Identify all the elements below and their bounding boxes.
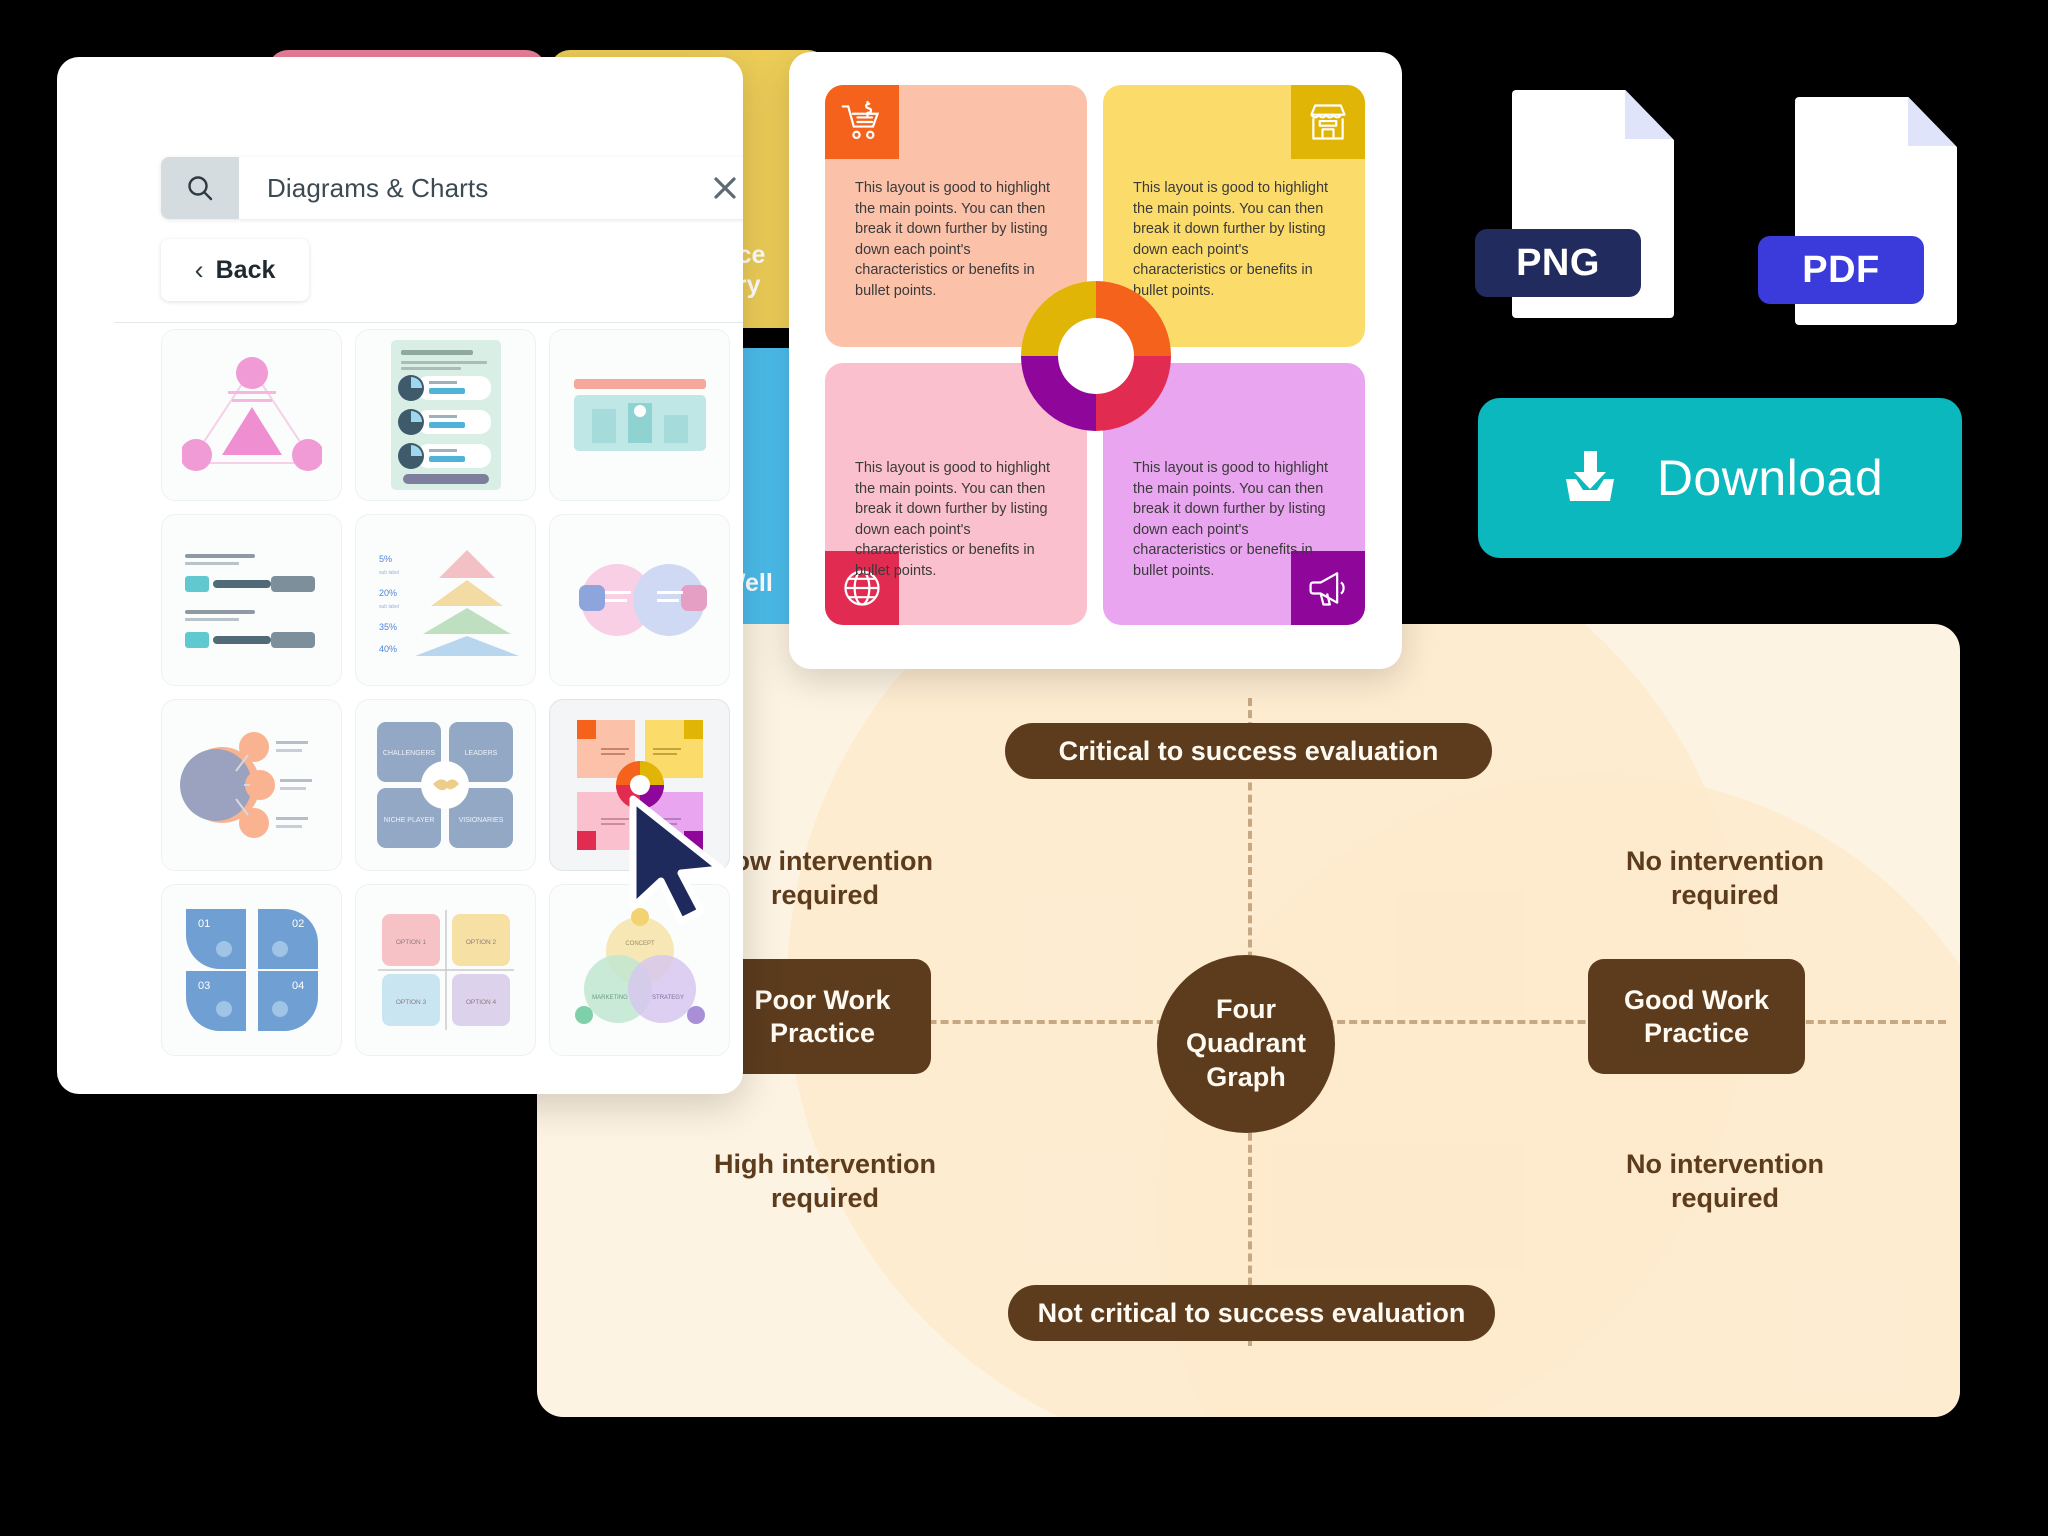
template-quadrant-text: This layout is good to highlight the mai…	[1133, 180, 1329, 299]
axis-label-bottom: Not critical to success evaluation	[1008, 1285, 1495, 1341]
svg-text:LEADERS: LEADERS	[465, 750, 498, 757]
back-button-label: Back	[215, 255, 276, 284]
corner-note-top-right: No intervention required	[1625, 846, 1824, 910]
search-bar[interactable]: Diagrams & Charts	[161, 157, 743, 219]
thumbnail-art	[162, 330, 341, 500]
pdf-badge: PDF	[1758, 236, 1924, 304]
axis-label-top: Critical to success evaluation	[1005, 723, 1492, 779]
svg-text:MARKETING: MARKETING	[592, 995, 628, 1001]
template-quadrant-text: This layout is good to highlight the mai…	[1133, 460, 1329, 579]
back-button[interactable]: ‹ Back	[161, 239, 309, 301]
template-thumbnail-drinking-comparison[interactable]	[549, 514, 730, 686]
pdf-file-icon[interactable]: PDF	[1758, 97, 1957, 325]
svg-text:40%: 40%	[379, 644, 397, 654]
svg-text:CHALLENGERS: CHALLENGERS	[383, 750, 435, 757]
png-badge: PNG	[1475, 229, 1641, 297]
thumbnail-art	[356, 330, 535, 500]
svg-text:02: 02	[292, 918, 304, 930]
svg-text:20%: 20%	[379, 588, 397, 598]
svg-text:OPTION 2: OPTION 2	[465, 939, 496, 946]
template-thumbnail-epidemiological-triangle[interactable]	[161, 329, 342, 501]
thumbnail-art: CHALLENGERS LEADERS NICHE PLAYER VISIONA…	[356, 700, 535, 870]
svg-text:04: 04	[292, 980, 304, 992]
panel-divider	[114, 322, 743, 323]
svg-text:STRATEGY: STRATEGY	[652, 995, 684, 1001]
template-thumbnail-food-pyramid[interactable]: 5% sub label 20% sub label 35% 40%	[355, 514, 536, 686]
template-thumbnail-global-disability[interactable]	[549, 329, 730, 501]
mouse-cursor	[625, 795, 735, 930]
screenshot-stage: Improve Performance Performance Satisfac…	[0, 0, 2048, 1536]
corner-note-bottom-right: No intervention required	[1625, 1149, 1824, 1213]
template-preview-card[interactable]: This layout is good to highlight the mai…	[789, 52, 1402, 669]
close-icon[interactable]	[689, 157, 743, 219]
template-picker-panel: Diagrams & Charts ‹ Back 5% sub label 20…	[57, 57, 743, 1094]
svg-text:OPTION 1: OPTION 1	[395, 939, 426, 946]
svg-text:sub label: sub label	[379, 604, 399, 610]
storefront-icon	[1291, 85, 1365, 159]
axis-label-left: Poor Work Practice	[714, 959, 931, 1074]
template-thumbnail-sleep-chart[interactable]	[355, 329, 536, 501]
thumbnail-art	[162, 515, 341, 685]
template-thumbnail-challengers-leaders-matrix[interactable]: CHALLENGERS LEADERS NICHE PLAYER VISIONA…	[355, 699, 536, 871]
thumbnail-art	[550, 330, 729, 500]
template-thumbnail-options-matrix[interactable]: OPTION 1 OPTION 2 OPTION 3 OPTION 4	[355, 884, 536, 1056]
download-label: Download	[1656, 450, 1884, 506]
svg-text:sub label: sub label	[379, 570, 399, 576]
svg-text:01: 01	[198, 918, 210, 930]
svg-text:VISIONARIES: VISIONARIES	[459, 817, 504, 824]
page-fold-corner	[1625, 90, 1674, 139]
thumbnail-art: 01 02 03 04	[162, 885, 341, 1055]
page-fold-corner	[1908, 97, 1957, 146]
template-thumbnail-precision-medicine[interactable]	[161, 514, 342, 686]
corner-note-bottom-left: High intervention required	[714, 1149, 936, 1213]
template-quadrant-grid: This layout is good to highlight the mai…	[825, 85, 1365, 625]
axis-label-right: Good Work Practice	[1588, 959, 1805, 1074]
svg-text:OPTION 4: OPTION 4	[465, 999, 496, 1006]
svg-text:03: 03	[198, 980, 210, 992]
template-thumbnail-numbered-circle-quadrants[interactable]: 01 02 03 04	[161, 884, 342, 1056]
thumbnail-art: 5% sub label 20% sub label 35% 40%	[356, 515, 535, 685]
template-quadrant-text: This layout is good to highlight the mai…	[855, 180, 1051, 299]
chart-title-circle: Four Quadrant Graph	[1157, 955, 1335, 1133]
thumbnail-art: OPTION 1 OPTION 2 OPTION 3 OPTION 4	[356, 885, 535, 1055]
svg-text:NICHE PLAYER: NICHE PLAYER	[384, 817, 435, 824]
svg-text:CONCEPT: CONCEPT	[625, 941, 655, 947]
svg-text:OPTION 3: OPTION 3	[395, 999, 426, 1006]
chevron-left-icon: ‹	[194, 254, 204, 285]
thumbnail-art	[162, 700, 341, 870]
search-input[interactable]: Diagrams & Charts	[239, 157, 689, 219]
download-button[interactable]: Download	[1478, 398, 1962, 558]
search-value: Diagrams & Charts	[267, 172, 489, 203]
template-thumbnail-grid: 5% sub label 20% sub label 35% 40% CHALL…	[161, 329, 743, 1056]
png-file-icon[interactable]: PNG	[1475, 90, 1674, 318]
center-hole	[1058, 318, 1134, 394]
svg-text:5%: 5%	[379, 554, 392, 564]
search-icon[interactable]	[161, 157, 239, 219]
template-quadrant-text: This layout is good to highlight the mai…	[855, 460, 1051, 579]
download-tray-icon	[1557, 445, 1623, 511]
shopping-cart-dollar-icon	[825, 85, 899, 159]
thumbnail-art	[550, 515, 729, 685]
svg-text:35%: 35%	[379, 622, 397, 632]
template-thumbnail-evaluating-health-education[interactable]	[161, 699, 342, 871]
